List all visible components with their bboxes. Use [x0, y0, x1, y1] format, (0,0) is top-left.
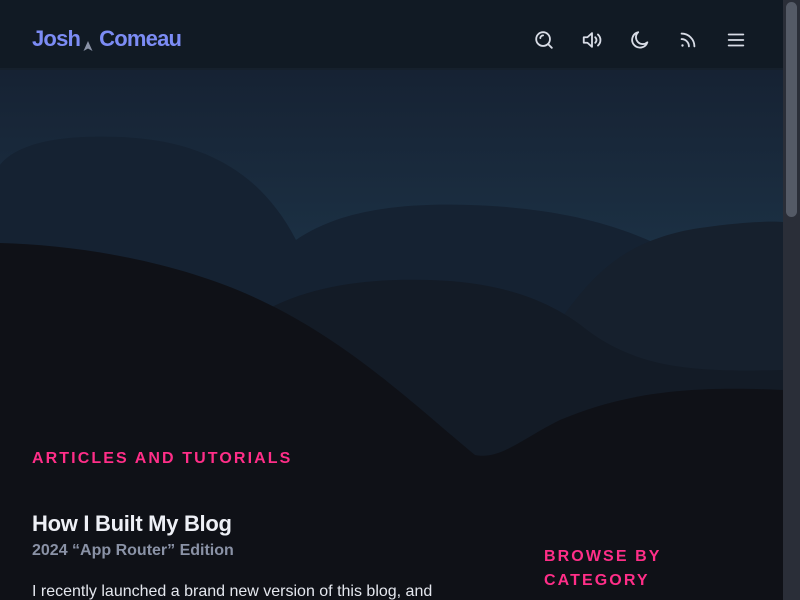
hero-landscape: [0, 70, 783, 480]
logo-first-name: Josh: [32, 26, 81, 51]
scrollbar-thumb[interactable]: [786, 2, 797, 217]
rss-icon: [680, 32, 696, 48]
page: Josh Comeau ARTICLES AND TUTORIALS How I…: [0, 0, 783, 600]
menu-icon: [727, 33, 745, 47]
article-excerpt: I recently launched a brand new version …: [32, 583, 433, 600]
search-button[interactable]: [532, 28, 556, 52]
search-icon: [535, 31, 553, 49]
menu-button[interactable]: [724, 28, 748, 52]
sound-toggle-button[interactable]: [580, 28, 604, 52]
logo-last-name: Comeau: [99, 26, 182, 51]
section-kicker: Articles and Tutorials: [32, 450, 293, 467]
site-header: Josh Comeau: [0, 0, 783, 70]
sound-on-icon: [582, 32, 602, 48]
site-logo[interactable]: Josh Comeau: [32, 26, 182, 56]
article-card: How I Built My Blog 2024 “App Router” Ed…: [32, 510, 472, 600]
rss-button[interactable]: [676, 28, 700, 52]
hero-hills-illustration: [0, 70, 783, 480]
article-title-link[interactable]: How I Built My Blog: [32, 510, 472, 538]
dark-mode-toggle-button[interactable]: [628, 28, 652, 52]
browse-by-category-heading: Browse by Category: [544, 548, 662, 589]
moon-icon: [631, 31, 649, 49]
article-subtitle: 2024 “App Router” Edition: [32, 542, 234, 559]
cursor-arrow-icon: [83, 26, 95, 52]
page-scrollbar[interactable]: [783, 0, 800, 600]
header-actions: [532, 28, 772, 52]
